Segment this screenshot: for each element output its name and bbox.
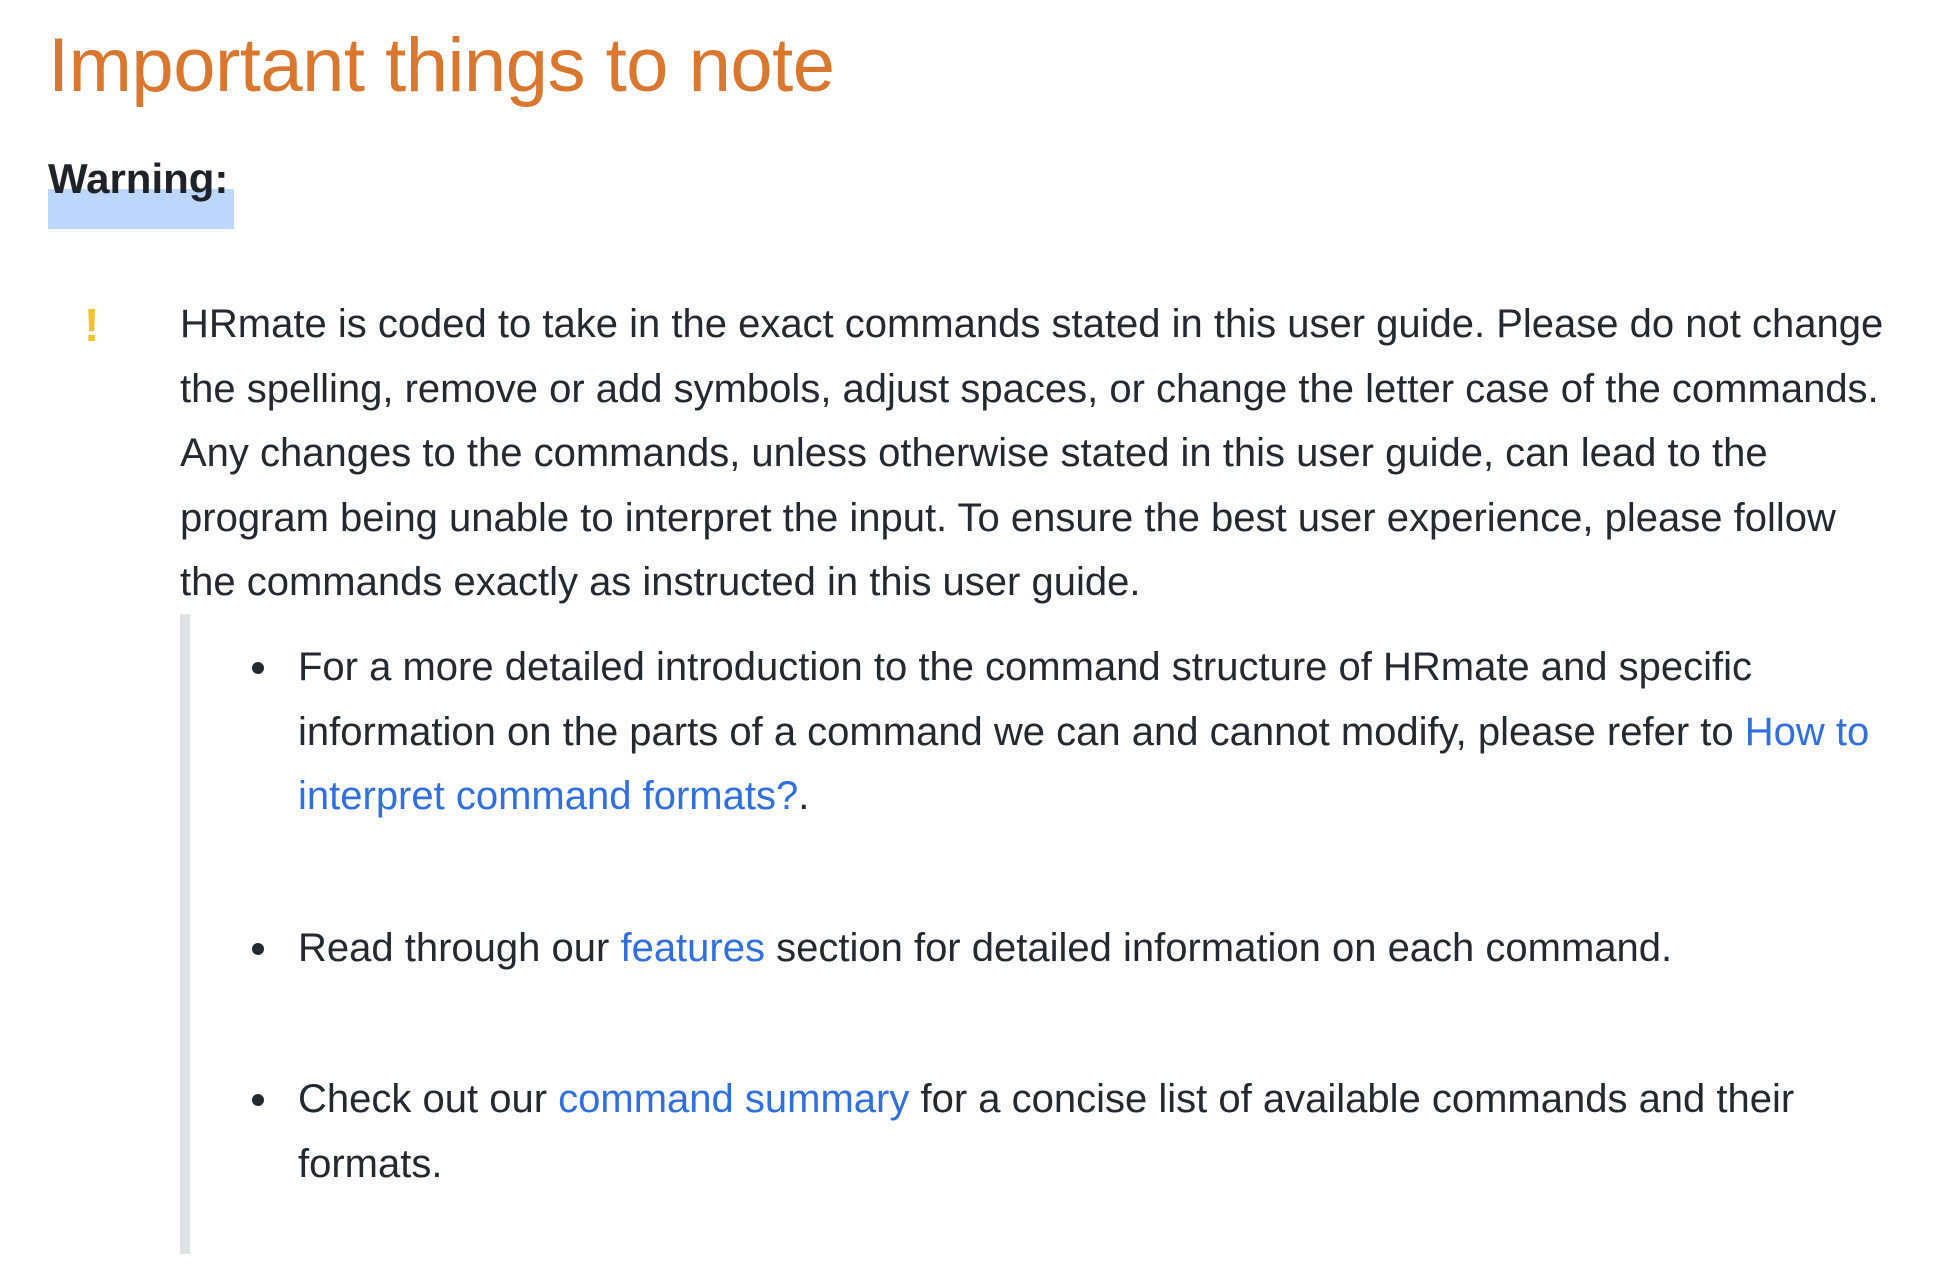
user-guide-page: Important things to note Warning: ! HRma… — [0, 0, 1938, 1284]
warning-label: Warning: — [48, 155, 229, 202]
bullet-icon — [252, 942, 264, 955]
list-item-text: Check out our — [298, 1077, 559, 1121]
list-item-text: Read through our — [298, 925, 621, 970]
bullet-icon — [252, 662, 264, 674]
exclamation-icon: ! — [84, 299, 100, 351]
list-item: For a more detailed introduction to the … — [252, 635, 1878, 829]
list-item-text-end: . — [798, 774, 810, 818]
page-title: Important things to note — [48, 23, 835, 108]
command-summary-link[interactable]: command summary — [558, 1077, 909, 1121]
warning-body-text: HRmate is coded to take in the exact com… — [180, 302, 1884, 604]
list-item: Check out our command summary for a conc… — [252, 1067, 1878, 1196]
tips-list: For a more detailed introduction to the … — [252, 635, 1878, 1196]
list-item: Read through our features section for de… — [252, 916, 1878, 981]
list-item-text-end: section for detailed information on each… — [764, 925, 1673, 970]
features-link[interactable]: features — [620, 926, 765, 970]
bullet-icon — [252, 1094, 264, 1106]
blockquote-bar — [180, 614, 190, 1254]
list-item-text: For a more detailed introduction to the … — [298, 645, 1753, 754]
